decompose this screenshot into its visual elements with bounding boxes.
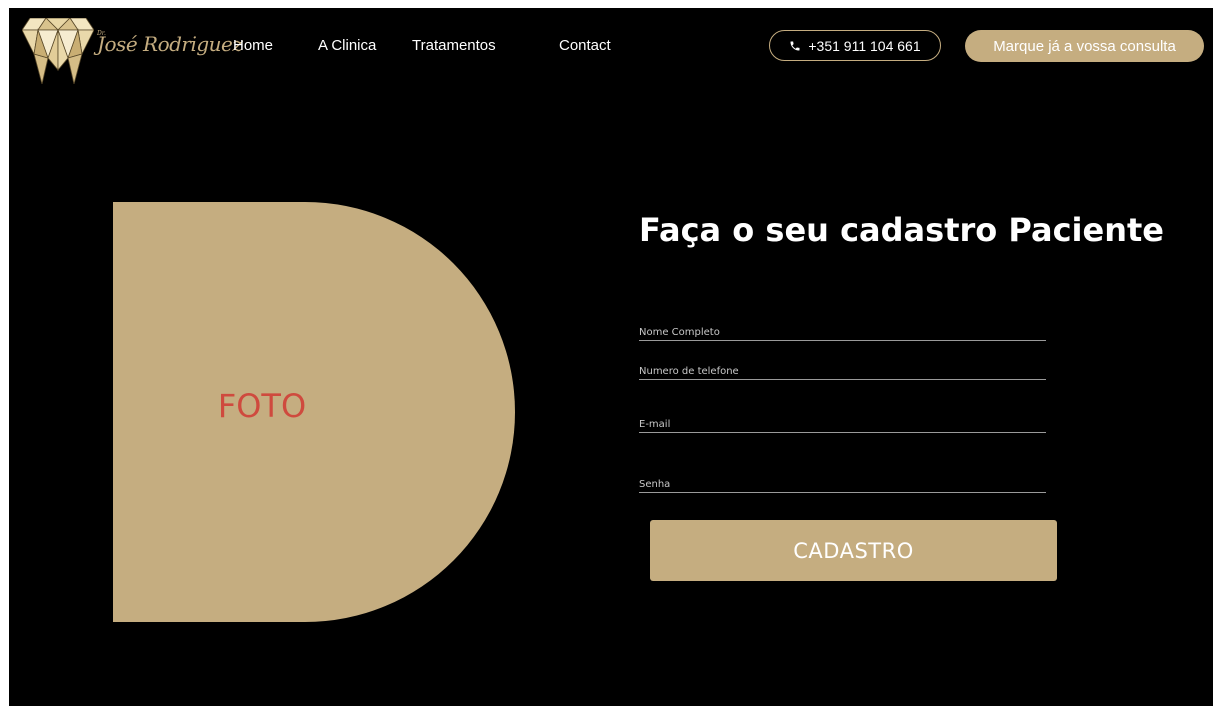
phone-field[interactable] (639, 366, 1046, 377)
form-title: Faça o seu cadastro Paciente (639, 211, 1164, 249)
nav-tratamentos[interactable]: Tratamentos (412, 37, 496, 54)
page-frame: Dr. José Rodriguez Home A Clinica Tratam… (9, 8, 1213, 706)
email-field[interactable] (639, 419, 1046, 430)
nav-home[interactable]: Home (233, 37, 273, 54)
book-appointment-button[interactable]: Marque já a vossa consulta (965, 30, 1204, 62)
password-field-wrapper (639, 474, 1046, 493)
password-field[interactable] (639, 479, 1046, 490)
full-name-field[interactable] (639, 327, 1046, 338)
phone-button[interactable]: +351 911 104 661 (769, 30, 941, 61)
phone-field-wrapper (639, 361, 1046, 380)
full-name-field-wrapper (639, 322, 1046, 341)
photo-label: FOTO (217, 387, 307, 425)
nav-contact[interactable]: Contact (559, 37, 611, 54)
diamond-tooth-icon[interactable] (22, 18, 94, 84)
nav-a-clinica[interactable]: A Clinica (318, 37, 376, 54)
phone-icon (790, 41, 800, 50)
photo-placeholder: FOTO (113, 202, 515, 622)
register-button[interactable]: CADASTRO (650, 520, 1057, 581)
email-field-wrapper (639, 414, 1046, 433)
brand-name[interactable]: José Rodriguez (97, 32, 243, 56)
phone-number: +351 911 104 661 (808, 37, 921, 54)
